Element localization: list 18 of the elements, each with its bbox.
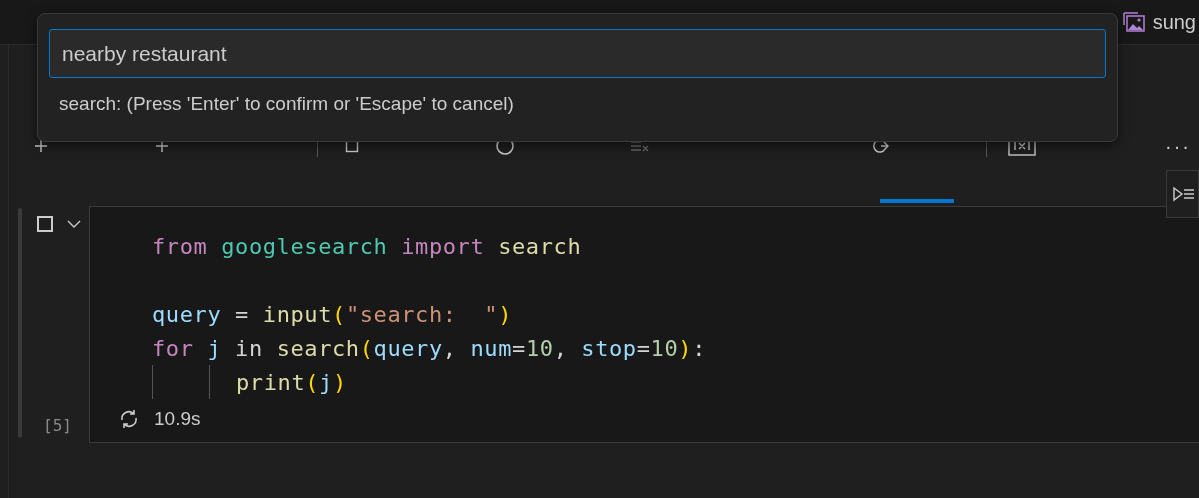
more-button[interactable]: ··· [1165, 134, 1191, 158]
plus-icon [33, 138, 49, 154]
execution-count: [5] [43, 415, 72, 437]
execution-time: 10.9s [154, 407, 201, 431]
checkbox-icon[interactable] [37, 216, 53, 232]
code-line: print(j) [236, 368, 347, 397]
run-lines-icon [1171, 186, 1194, 202]
image-icon [1122, 12, 1145, 32]
code-line: for j in search(query, num=10, stop=10): [152, 334, 706, 363]
editor-tab[interactable]: sung [1114, 7, 1199, 37]
input-field[interactable]: nearby restaurant [49, 29, 1106, 78]
run-by-line-button[interactable] [1166, 170, 1199, 218]
chevron-icon[interactable] [67, 219, 81, 229]
code-line: from googlesearch import search [152, 232, 582, 261]
tab-label: sung [1152, 10, 1196, 35]
code-line: query = input("search: ") [152, 300, 513, 329]
hint-text: search: (Press 'Enter' to confirm or 'Escape' to cancel) [59, 92, 514, 116]
refresh-icon [118, 408, 140, 431]
